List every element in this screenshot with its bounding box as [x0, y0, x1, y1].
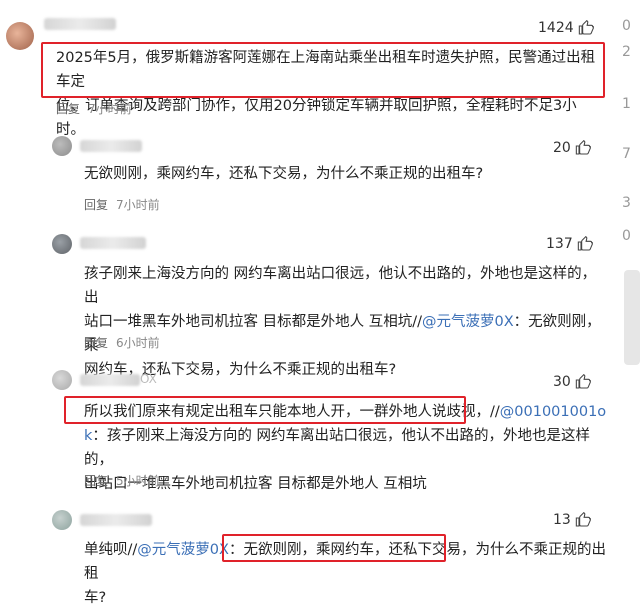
- right-edge-number: 0: [622, 228, 631, 244]
- like-button[interactable]: 13: [553, 512, 591, 528]
- username[interactable]: [80, 374, 140, 386]
- comment-text: 无欲则刚，乘网约车，还私下交易，为什么不乘正规的出租车?: [84, 166, 484, 182]
- username[interactable]: [80, 514, 152, 526]
- highlight-box: [222, 534, 446, 562]
- comment-meta: 回复 5小时前: [84, 472, 160, 489]
- timestamp: 7小时前: [88, 102, 132, 116]
- comment-text: 孩子刚来上海没方向的 网约车离出站口很远，他认不出路的，外地也是这样的，出 站口…: [84, 262, 609, 382]
- reply-button[interactable]: 回复: [84, 198, 108, 212]
- timestamp: 7小时前: [116, 198, 160, 212]
- right-edge-number: 2: [622, 44, 631, 60]
- like-button[interactable]: 20: [553, 140, 591, 156]
- mention-link[interactable]: @元气菠萝0X: [422, 314, 514, 330]
- comment-line: 位、订单查询及跨部门协作，仅用20分钟锁定车辆并取回护照，全程耗时不足3小时。: [56, 98, 577, 138]
- right-edge-number: 3: [622, 195, 631, 211]
- timestamp: 6小时前: [116, 336, 160, 350]
- like-count: 1424: [538, 20, 574, 36]
- reply-button[interactable]: 回复: [56, 102, 80, 116]
- username[interactable]: [80, 237, 146, 249]
- thumb-up-icon: [575, 512, 591, 527]
- comment-line: 站口一堆黑车外地司机拉客 目标都是外地人 互相坑//@元气菠萝0X：无欲则刚，乘: [84, 310, 609, 358]
- right-edge-number: 0: [622, 18, 631, 34]
- like-button[interactable]: 30: [553, 374, 591, 390]
- thumb-up-icon: [578, 20, 594, 35]
- thumb-up-icon: [575, 374, 591, 389]
- mention-link[interactable]: @001001001o: [500, 404, 606, 420]
- comment-line: 车?: [84, 590, 107, 606]
- username-suffix: OX: [140, 372, 157, 386]
- comment-segment: ：孩子刚来上海没方向的 网约车离出站口很远，他认不出路的，外地也是这样的，: [84, 428, 591, 468]
- avatar[interactable]: [6, 22, 34, 50]
- avatar[interactable]: [52, 510, 72, 530]
- comment-meta: 回复 7小时前: [84, 196, 160, 213]
- like-count: 137: [546, 236, 573, 252]
- comment-meta: 回复 6小时前: [84, 334, 160, 351]
- like-count: 13: [553, 512, 571, 528]
- username[interactable]: [80, 140, 142, 152]
- username[interactable]: [44, 18, 116, 30]
- reply-button[interactable]: 回复: [84, 474, 108, 488]
- like-count: 20: [553, 140, 571, 156]
- comment-line: k：孩子刚来上海没方向的 网约车离出站口很远，他认不出路的，外地也是这样的，: [84, 424, 609, 472]
- like-button[interactable]: 137: [546, 236, 593, 252]
- like-count: 30: [553, 374, 571, 390]
- highlight-box: [41, 42, 605, 98]
- right-edge-number: 1: [622, 96, 631, 112]
- mention-link[interactable]: @元气菠萝0X: [137, 542, 229, 558]
- reply-button[interactable]: 回复: [84, 336, 108, 350]
- comment-line: 网约车，还私下交易，为什么不乘正规的出租车?: [84, 362, 397, 378]
- right-edge-number: 7: [622, 146, 631, 162]
- thumb-up-icon: [577, 236, 593, 251]
- comment-segment: 站口一堆黑车外地司机拉客 目标都是外地人 互相坑//: [84, 314, 422, 330]
- comment-segment: 单纯呗//: [84, 542, 138, 558]
- highlight-box: [64, 396, 466, 424]
- like-button[interactable]: 1424: [538, 20, 594, 36]
- avatar[interactable]: [52, 136, 72, 156]
- avatar[interactable]: [52, 234, 72, 254]
- comment-meta: 回复 7小时前: [56, 100, 132, 117]
- comment-line: 出站口一堆黑车外地司机拉客 目标都是外地人 互相坑: [84, 476, 427, 492]
- scrollbar[interactable]: [624, 270, 640, 365]
- comment-line: 孩子刚来上海没方向的 网约车离出站口很远，他认不出路的，外地也是这样的，出: [84, 266, 597, 306]
- avatar[interactable]: [52, 370, 72, 390]
- thumb-up-icon: [575, 140, 591, 155]
- timestamp: 5小时前: [116, 474, 160, 488]
